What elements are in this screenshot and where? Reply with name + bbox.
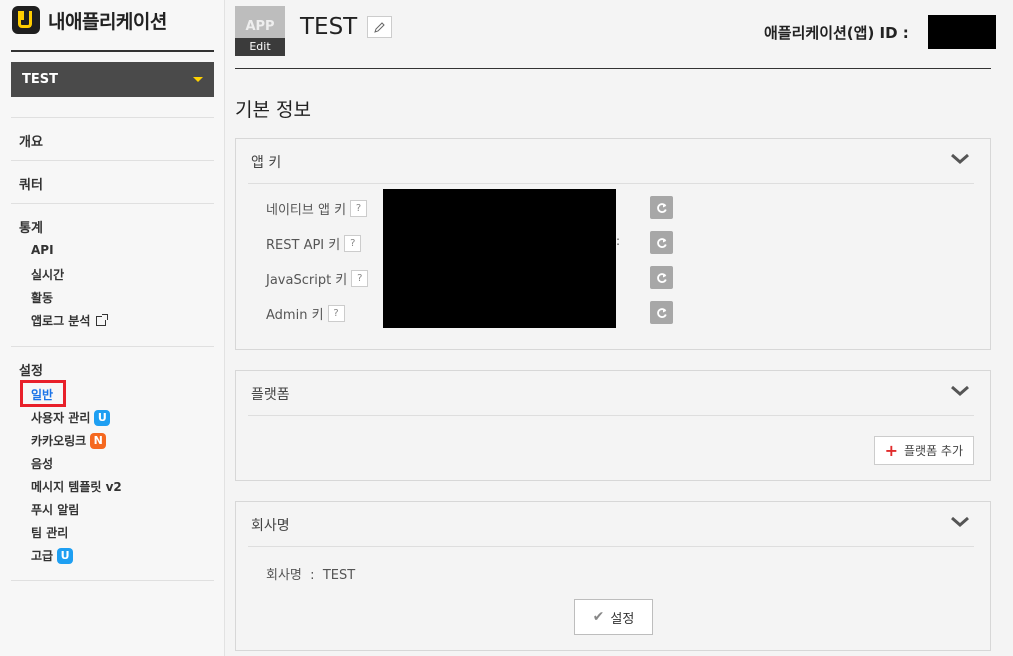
sidebar-item-label: 사용자 관리 (31, 411, 91, 425)
key-label: Admin 키 (266, 308, 324, 323)
key-row: 네이티브 앱 키? (266, 199, 368, 218)
add-platform-button[interactable]: + 플랫폼 추가 (873, 436, 974, 465)
sidebar-item-general[interactable]: 일반 (31, 386, 53, 403)
help-button[interactable]: ? (327, 305, 345, 322)
help-button[interactable]: ? (344, 235, 362, 252)
sidebar-item-quarter[interactable]: 쿼터 (19, 174, 43, 193)
app-selector-value: TEST (22, 72, 58, 87)
key-label: JavaScript 키 (266, 273, 348, 288)
page-title: 기본 정보 (235, 99, 311, 121)
sidebar-item-label: 푸시 알림 (31, 503, 80, 517)
refresh-icon (656, 272, 667, 283)
refresh-icon (656, 237, 667, 248)
app-id-redacted (928, 15, 996, 49)
sidebar-item-activity[interactable]: 활동 (31, 289, 53, 306)
add-platform-label: 플랫폼 추가 (903, 444, 963, 458)
key-value-fragment: : (616, 234, 621, 248)
sidebar-item-label: 카카오링크 (31, 434, 87, 448)
company-name-label: 회사명 (266, 568, 302, 583)
sidebar-item-api[interactable]: API (31, 243, 54, 257)
brand-logo-icon (12, 6, 40, 34)
company-name-row: 회사명 : TEST (266, 564, 355, 583)
app-thumbnail[interactable]: APP Edit (235, 6, 285, 56)
panel-divider (248, 546, 974, 547)
sidebar-item-label: 메시지 템플릿 v2 (31, 480, 122, 494)
sidebar-item-kakaolink[interactable]: 카카오링크 N (31, 432, 107, 449)
chevron-down-icon[interactable] (950, 153, 970, 165)
app-id-label: 애플리케이션(앱) ID : (764, 24, 909, 42)
company-name-separator: : (310, 568, 315, 583)
sidebar-item-label: 활동 (31, 291, 54, 305)
help-button[interactable]: ? (351, 270, 369, 287)
panel-title: 플랫폼 (251, 387, 290, 403)
app-thumbnail-placeholder: APP (245, 19, 275, 34)
thumbnail-edit-button[interactable]: Edit (235, 38, 285, 56)
reissue-button[interactable] (650, 301, 673, 324)
keys-redacted (383, 189, 616, 328)
chevron-down-icon[interactable] (950, 385, 970, 397)
app-name: TEST (300, 14, 358, 40)
pencil-icon (374, 21, 385, 33)
sidebar-divider (11, 580, 214, 581)
company-name-value: TEST (322, 568, 356, 583)
company-panel: 회사명 회사명 : TEST ✔ 설정 (235, 501, 991, 651)
chevron-down-icon[interactable] (950, 516, 970, 528)
sidebar-item-push[interactable]: 푸시 알림 (31, 501, 79, 518)
app-keys-panel: 앱 키 네이티브 앱 키? REST API 키? JavaScript 키? … (235, 138, 991, 350)
update-badge: U (57, 547, 74, 564)
key-label: 네이티브 앱 키 (266, 203, 347, 218)
key-label: REST API 키 (266, 238, 341, 253)
sidebar-item-realtime[interactable]: 실시간 (31, 266, 64, 283)
sidebar-item-voice[interactable]: 음성 (31, 455, 53, 472)
panel-divider (248, 415, 974, 416)
header-divider (235, 68, 991, 69)
sidebar-item-label: 실시간 (31, 268, 65, 282)
key-row: JavaScript 키? (266, 269, 369, 288)
refresh-icon (656, 202, 667, 213)
reissue-button[interactable] (650, 266, 673, 289)
app-selector[interactable]: TEST (11, 62, 214, 97)
sidebar-divider (11, 160, 214, 161)
sidebar-item-advanced[interactable]: 고급 U (31, 547, 74, 564)
reissue-button[interactable] (650, 196, 673, 219)
check-icon: ✔ (592, 609, 605, 625)
brand[interactable]: 내애플리케이션 (12, 6, 167, 34)
key-row: Admin 키? (266, 304, 345, 323)
sidebar-item-label: 일반 (31, 388, 54, 402)
sidebar-item-overview[interactable]: 개요 (19, 131, 43, 150)
sidebar-item-applog[interactable]: 앱로그 분석 (31, 312, 109, 329)
reissue-button[interactable] (650, 231, 673, 254)
help-button[interactable]: ? (350, 200, 368, 217)
brand-title: 내애플리케이션 (48, 10, 167, 33)
sidebar-item-label: 팀 관리 (31, 526, 69, 540)
sidebar-item-message-template[interactable]: 메시지 템플릿 v2 (31, 478, 122, 495)
company-set-label: 설정 (610, 611, 635, 627)
rename-button[interactable] (367, 16, 392, 38)
new-badge: N (90, 432, 107, 449)
sidebar-item-label: 고급 (31, 549, 54, 563)
plus-icon: + (884, 441, 898, 460)
key-row: REST API 키? (266, 234, 362, 253)
sidebar-divider (11, 203, 214, 204)
sidebar-item-label: API (31, 243, 54, 257)
sidebar-divider (11, 117, 214, 118)
sidebar-item-team[interactable]: 팀 관리 (31, 524, 68, 541)
panel-title: 회사명 (251, 518, 290, 534)
sidebar-section-settings: 설정 (19, 364, 43, 379)
update-badge: U (94, 409, 111, 426)
caret-down-icon (193, 77, 203, 82)
sidebar: 내애플리케이션 TEST 개요 쿼터 통계 API 실시간 활동 앱로그 분석 … (0, 0, 225, 656)
panel-divider (248, 183, 974, 184)
sidebar-item-label: 앱로그 분석 (31, 314, 91, 328)
company-set-button[interactable]: ✔ 설정 (574, 599, 653, 635)
sidebar-item-label: 음성 (31, 457, 54, 471)
platform-panel: 플랫폼 + 플랫폼 추가 (235, 370, 991, 481)
refresh-icon (656, 307, 667, 318)
panel-title: 앱 키 (251, 155, 282, 171)
sidebar-section-stats: 통계 (19, 221, 43, 236)
sidebar-item-user-management[interactable]: 사용자 관리 U (31, 409, 111, 426)
brand-divider (11, 50, 214, 52)
sidebar-divider (11, 346, 214, 347)
external-link-icon (96, 313, 109, 326)
